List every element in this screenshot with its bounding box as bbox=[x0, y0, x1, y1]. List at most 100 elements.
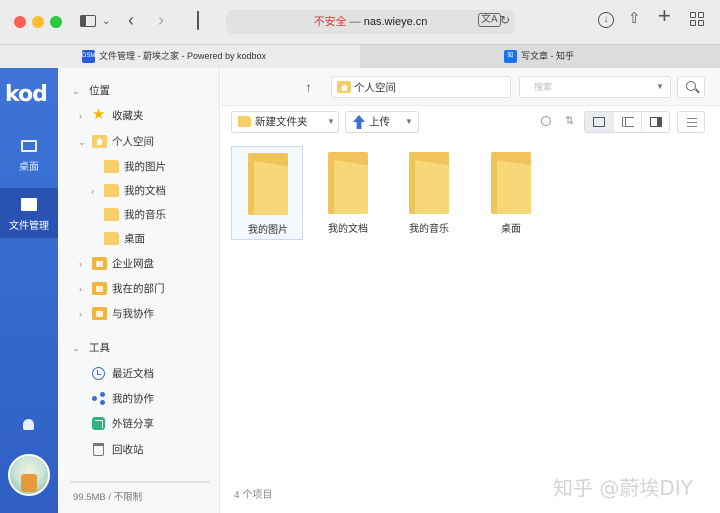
list-view-button[interactable] bbox=[613, 112, 641, 132]
tree-item-shared-with-me[interactable]: › 与我协作 bbox=[58, 303, 218, 325]
new-tab-icon[interactable]: + bbox=[658, 5, 671, 27]
quota-bar bbox=[70, 481, 210, 483]
split-view-button[interactable] bbox=[641, 112, 669, 132]
file-grid: 我的图片 我的文档 我的音乐 桌面 bbox=[221, 138, 720, 478]
chevron-down-icon[interactable]: ⌄ bbox=[72, 80, 80, 102]
watermark: 知乎 @蔚埃DIY bbox=[553, 476, 693, 500]
sort-icon[interactable]: ⇅ bbox=[565, 116, 574, 127]
tree-item-my-department[interactable]: › 我在的部门 bbox=[58, 278, 218, 300]
search-input[interactable]: 搜索 ▼ bbox=[519, 76, 671, 98]
folder-icon bbox=[238, 116, 251, 127]
tool-item-label: 外链分享 bbox=[112, 418, 154, 430]
button-label: 上传 bbox=[369, 116, 390, 128]
tree-item-enterprise-drive[interactable]: › 企业网盘 bbox=[58, 253, 218, 275]
breadcrumb[interactable]: 个人空间 bbox=[331, 76, 511, 98]
back-icon[interactable]: ‹ bbox=[128, 11, 134, 29]
tool-item-recent-docs[interactable]: 最近文档 bbox=[58, 363, 218, 385]
tree-section-tools[interactable]: ⌄ 工具 bbox=[58, 337, 218, 359]
toolbar: 新建文件夹 ▼ 上传 ▼ ⇅ bbox=[221, 106, 720, 138]
file-name: 我的文档 bbox=[328, 224, 368, 235]
tab-overview-icon[interactable] bbox=[690, 12, 705, 27]
split-view-icon bbox=[650, 117, 662, 127]
tree-item-my-music[interactable]: 我的音乐 bbox=[58, 204, 218, 226]
file-item[interactable]: 我的音乐 bbox=[393, 146, 465, 240]
tree-item-my-pictures[interactable]: 我的图片 bbox=[58, 156, 218, 178]
dropdown-caret-icon[interactable]: ▼ bbox=[656, 77, 664, 97]
home-folder-icon bbox=[337, 81, 351, 93]
new-folder-button[interactable]: 新建文件夹 ▼ bbox=[231, 111, 339, 133]
tab-strip: DSM 文件管理 - 蔚埃之家 - Powered by kodbox 知 写文… bbox=[0, 44, 720, 68]
tree-item-label: 我在的部门 bbox=[112, 283, 165, 295]
tool-item-link-share[interactable]: 外链分享 bbox=[58, 413, 218, 435]
drive-folder-icon bbox=[92, 282, 107, 295]
browser-titlebar: ⌄ ‹ › 不安全 — nas.wieye.cn 文A ↻ ↓ ⇧ + bbox=[0, 0, 720, 44]
chevron-down-icon[interactable]: ⌄ bbox=[102, 13, 110, 31]
minimize-window-button[interactable] bbox=[32, 16, 44, 28]
upload-icon bbox=[353, 115, 365, 129]
chevron-right-icon[interactable]: › bbox=[79, 105, 82, 127]
folder-icon bbox=[21, 198, 37, 211]
tab-zhihu[interactable]: 知 写文章 - 知乎 bbox=[360, 45, 720, 68]
file-name: 桌面 bbox=[501, 224, 521, 235]
avatar[interactable] bbox=[8, 454, 50, 496]
sidebar-toggle-icon[interactable] bbox=[78, 12, 100, 30]
search-placeholder: 搜索 bbox=[534, 82, 553, 92]
list-view-icon bbox=[622, 117, 634, 127]
storage-quota: 99.5MB / 不限制 bbox=[73, 492, 143, 503]
reload-icon[interactable]: ↻ bbox=[500, 13, 510, 27]
folder-icon bbox=[248, 153, 288, 215]
folder-icon bbox=[104, 208, 119, 221]
chevron-right-icon[interactable]: › bbox=[79, 253, 82, 275]
breadcrumb-item[interactable]: 个人空间 bbox=[354, 80, 396, 95]
grid-view-button[interactable] bbox=[585, 112, 613, 132]
dsm-favicon: DSM bbox=[82, 50, 95, 63]
file-name: 我的音乐 bbox=[409, 224, 449, 235]
tree-item-my-documents[interactable]: › 我的文档 bbox=[58, 180, 218, 202]
dropdown-caret-icon[interactable]: ▼ bbox=[405, 112, 413, 132]
section-label: 位置 bbox=[89, 85, 110, 97]
tool-item-label: 我的协作 bbox=[112, 393, 154, 405]
tree-item-personal-space[interactable]: ⌄ 个人空间 bbox=[58, 131, 218, 153]
tree-item-desktop[interactable]: 桌面 bbox=[58, 228, 218, 250]
view-mode-switch bbox=[584, 111, 670, 133]
folder-icon bbox=[491, 152, 531, 214]
translate-icon[interactable]: 文A bbox=[478, 13, 501, 27]
tab-title: 文件管理 - 蔚埃之家 - Powered by kodbox bbox=[99, 51, 267, 61]
file-item[interactable]: 我的文档 bbox=[312, 146, 384, 240]
app-rail: kod 桌面 文件管理 bbox=[0, 68, 58, 513]
tool-item-recycle-bin[interactable]: 回收站 bbox=[58, 439, 218, 461]
file-item[interactable]: 桌面 bbox=[475, 146, 547, 240]
star-icon: ★ bbox=[92, 106, 106, 123]
tree-item-label: 桌面 bbox=[124, 233, 145, 245]
share-icon[interactable]: ⇧ bbox=[628, 10, 641, 28]
rail-item-desktop[interactable]: 桌面 bbox=[0, 136, 58, 186]
tool-item-label: 回收站 bbox=[112, 444, 144, 456]
privacy-shield-icon[interactable] bbox=[197, 11, 199, 30]
dropdown-caret-icon[interactable]: ▼ bbox=[327, 112, 335, 132]
chevron-right-icon[interactable]: › bbox=[79, 278, 82, 300]
upload-button[interactable]: 上传 ▼ bbox=[345, 111, 419, 133]
tree-item-favorites[interactable]: › ★ 收藏夹 bbox=[58, 105, 218, 127]
menu-icon[interactable] bbox=[677, 111, 705, 133]
zoom-icon[interactable] bbox=[541, 116, 551, 126]
tree-section-location[interactable]: ⌄ 位置 bbox=[58, 80, 218, 102]
rail-item-file-manager[interactable]: 文件管理 bbox=[0, 188, 58, 238]
download-icon[interactable]: ↓ bbox=[598, 12, 614, 28]
file-item[interactable]: 我的图片 bbox=[231, 146, 303, 240]
tab-file-manager[interactable]: DSM 文件管理 - 蔚埃之家 - Powered by kodbox bbox=[0, 45, 360, 68]
tool-item-my-collab[interactable]: 我的协作 bbox=[58, 388, 218, 410]
up-arrow-icon[interactable]: ↑ bbox=[305, 79, 312, 95]
chevron-down-icon[interactable]: ⌄ bbox=[78, 131, 86, 153]
file-browser: ↑ 个人空间 搜索 ▼ 新建文件夹 ▼ 上传 ▼ ⇅ 我的图片 我的文档 我的音… bbox=[221, 68, 720, 513]
forward-icon[interactable]: › bbox=[158, 11, 164, 29]
chevron-down-icon[interactable]: ⌄ bbox=[72, 337, 80, 359]
chevron-right-icon[interactable]: › bbox=[79, 303, 82, 325]
search-icon[interactable] bbox=[677, 76, 705, 98]
chevron-right-icon[interactable]: › bbox=[91, 180, 94, 202]
zoom-window-button[interactable] bbox=[50, 16, 62, 28]
address-bar[interactable]: 不安全 — nas.wieye.cn bbox=[226, 10, 515, 34]
link-share-icon bbox=[92, 417, 105, 430]
close-window-button[interactable] bbox=[14, 16, 26, 28]
bell-icon[interactable] bbox=[23, 419, 34, 430]
rail-item-label: 桌面 bbox=[19, 162, 39, 173]
